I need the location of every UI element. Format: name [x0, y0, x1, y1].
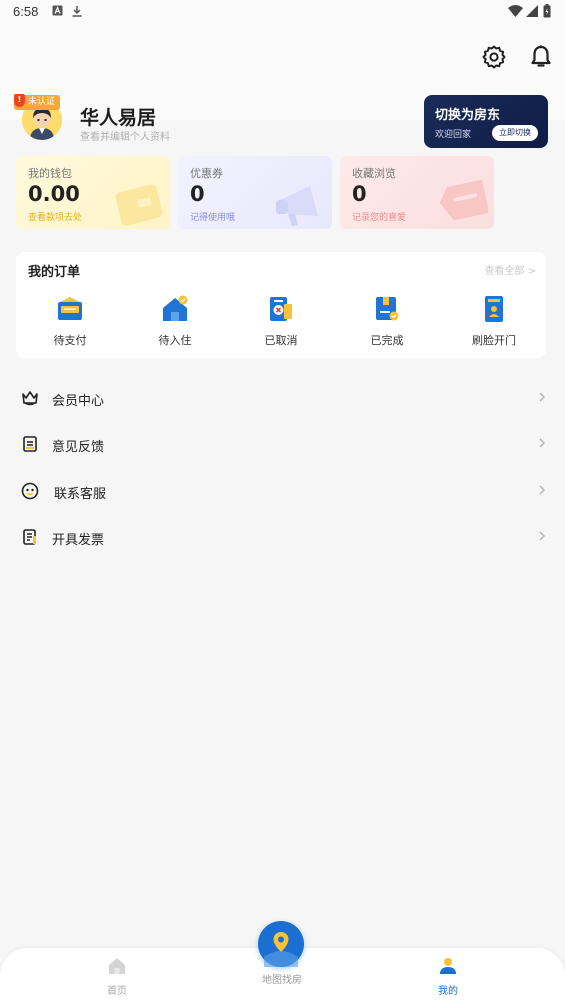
- profile-name[interactable]: 华人易居: [80, 103, 156, 130]
- user-icon: [440, 958, 456, 974]
- switch-now-button[interactable]: 立即切换: [492, 125, 538, 141]
- chevron-right-icon: [539, 485, 545, 495]
- menu-label: 意见反馈: [52, 440, 105, 455]
- wallet-deco-icon: [115, 184, 163, 226]
- status-bar: 6:58: [0, 0, 565, 24]
- status-time: 6:58: [13, 4, 39, 19]
- avatar-container[interactable]: ! 未认证: [14, 94, 62, 140]
- coupon-note: 记得使用哦: [190, 213, 236, 223]
- menu-label: 联系客服: [54, 487, 107, 502]
- completed-icon: [376, 297, 399, 321]
- order-label: 已完成: [370, 334, 404, 347]
- menu-label: 会员中心: [52, 394, 105, 409]
- unverified-badge: ! 未认证: [14, 94, 61, 110]
- wallet-title: 我的钱包: [28, 167, 72, 180]
- house-icon: [163, 295, 188, 321]
- order-label: 刷脸开门: [472, 334, 516, 347]
- switch-title: 切换为房东: [435, 108, 501, 123]
- face-door-icon: [485, 296, 503, 322]
- nav-home-label: 首页: [107, 986, 127, 997]
- feedback-icon: [23, 436, 37, 452]
- unverified-label: 未认证: [28, 97, 56, 107]
- notification-a-icon: [52, 5, 63, 16]
- chevron-right-icon: [539, 392, 545, 402]
- wifi-icon: [508, 5, 523, 17]
- menu-member-center[interactable]: 会员中心: [0, 377, 565, 421]
- nav-home[interactable]: 首页: [87, 956, 147, 997]
- cancelled-icon: [270, 297, 292, 321]
- smiley-icon: [21, 482, 39, 500]
- wallet-icon: [58, 297, 82, 320]
- crown-icon: [22, 391, 38, 406]
- orders-card: 我的订单 查看全部 > 待支付 待入住 已取消 已完成 刷脸开门: [16, 252, 546, 358]
- tag-deco-icon: [439, 179, 488, 221]
- wallet-value: 0.00: [28, 182, 80, 206]
- order-label: 已取消: [264, 334, 298, 347]
- order-face-door[interactable]: 刷脸开门: [459, 294, 529, 348]
- favorites-card[interactable]: 收藏浏览 0 记录您的喜爱: [340, 156, 494, 229]
- chevron-right-icon: [539, 531, 545, 541]
- bell-icon[interactable]: [528, 44, 554, 70]
- menu-customer-service[interactable]: 联系客服: [0, 470, 565, 514]
- coupon-title: 优惠券: [190, 167, 223, 180]
- favorites-title: 收藏浏览: [352, 167, 396, 180]
- settings-icon[interactable]: [481, 44, 507, 70]
- menu-label: 开具发票: [52, 533, 105, 548]
- view-all-orders-link[interactable]: 查看全部 >: [484, 262, 536, 277]
- chevron-right-icon: [539, 438, 545, 448]
- battery-icon: [543, 4, 551, 18]
- nav-mine-label: 我的: [438, 986, 458, 997]
- order-pending-payment[interactable]: 待支付: [35, 294, 105, 348]
- nav-mine[interactable]: 我的: [418, 956, 478, 997]
- invoice-icon: [23, 529, 36, 545]
- map-search-button[interactable]: [258, 921, 304, 967]
- order-pending-checkin[interactable]: 待入住: [140, 294, 210, 348]
- coupon-value: 0: [190, 182, 205, 206]
- home-icon: [109, 958, 125, 974]
- signal-icon: [526, 5, 538, 17]
- menu-feedback[interactable]: 意见反馈: [0, 423, 565, 467]
- wallet-card[interactable]: 我的钱包 0.00 查看款项去处: [16, 156, 170, 229]
- favorites-value: 0: [352, 182, 367, 206]
- megaphone-deco-icon: [276, 186, 318, 226]
- order-completed[interactable]: 已完成: [352, 294, 422, 348]
- nav-map-label: 地图找房: [262, 975, 302, 986]
- shield-alert-icon: !: [14, 94, 25, 107]
- map-pin-icon: [264, 932, 298, 967]
- download-icon: [72, 6, 82, 17]
- menu-invoice[interactable]: 开具发票: [0, 516, 565, 560]
- switch-landlord-card[interactable]: 切换为房东 欢迎回家 立即切换: [424, 95, 548, 148]
- favorites-note: 记录您的喜爱: [352, 213, 407, 223]
- coupon-card[interactable]: 优惠券 0 记得使用哦: [178, 156, 332, 229]
- profile-subtitle[interactable]: 查看并编辑个人资料: [80, 128, 170, 143]
- orders-title: 我的订单: [28, 265, 81, 280]
- wallet-note: 查看款项去处: [28, 213, 83, 223]
- switch-subtitle: 欢迎回家: [435, 130, 472, 140]
- order-cancelled[interactable]: 已取消: [246, 294, 316, 348]
- order-label: 待入住: [158, 334, 192, 347]
- order-label: 待支付: [53, 334, 87, 347]
